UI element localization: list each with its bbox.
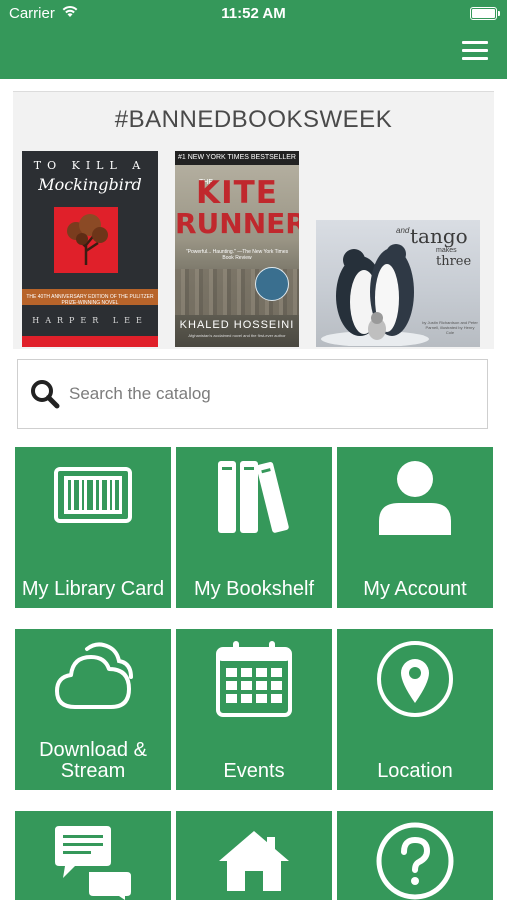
book-title-line2: RUNNER <box>175 207 299 240</box>
chat-icon <box>55 826 131 900</box>
tile-chat[interactable] <box>15 811 171 900</box>
tile-download-stream[interactable]: Download & Stream <box>15 629 171 790</box>
book-cover-and-tango-makes-three[interactable]: and tango makes three by Justin Richards… <box>316 220 480 347</box>
book-title-line1: TO KILL A <box>33 159 147 172</box>
book-quote: "Powerful... Haunting." —The New York Ti… <box>185 249 289 261</box>
search-icon[interactable] <box>29 378 61 410</box>
book-author: HARPER LEE <box>32 316 148 325</box>
book-cover-the-kite-runner[interactable]: #1 NEW YORK TIMES BESTSELLER THE KITE RU… <box>175 151 299 347</box>
tile-location[interactable]: Location <box>337 629 493 790</box>
tile-label: Location <box>377 760 453 782</box>
location-pin-icon <box>377 641 453 717</box>
tile-help[interactable] <box>337 811 493 900</box>
book-title-line1: KITE <box>196 175 278 211</box>
search-input[interactable] <box>69 384 469 404</box>
tile-label: My Library Card <box>21 578 165 600</box>
tile-label: Events <box>223 760 285 782</box>
book-subtext: Afghanistan's acclaimed novel and the fi… <box>188 333 286 338</box>
tile-label: Download & Stream <box>15 740 171 782</box>
app-header: Carrier 11:52 AM <box>0 0 507 79</box>
account-icon <box>379 461 451 535</box>
bookshelf-icon <box>218 461 289 533</box>
status-time: 11:52 AM <box>221 5 286 22</box>
book-title-line2: Mockingbird <box>38 175 142 194</box>
home-icon <box>219 831 289 891</box>
status-bar: Carrier 11:52 AM <box>0 0 507 28</box>
book-title-line3: three <box>436 254 472 269</box>
penguins-illustration-icon <box>321 244 429 346</box>
tile-label: My Account <box>363 578 467 600</box>
battery-icon <box>470 7 500 20</box>
help-icon <box>376 822 454 900</box>
book-credit: by Justin Richardson and Peter Parnell, … <box>422 320 478 335</box>
book-tagline: THE 40TH ANNIVERSARY EDITION OF THE PULI… <box>26 294 154 306</box>
book-cover-to-kill-a-mockingbird[interactable]: TO KILL A Mockingbird THE 40TH ANNIVERSA… <box>22 151 158 347</box>
tree-illustration-icon <box>67 214 108 265</box>
book-title-line1: tango <box>410 224 468 248</box>
award-seal-icon <box>255 267 289 301</box>
tile-my-account[interactable]: My Account <box>337 447 493 608</box>
tile-events[interactable]: Events <box>176 629 332 790</box>
book-title-line2: makes <box>436 247 457 254</box>
catalog-search-box[interactable] <box>17 359 488 429</box>
tile-home[interactable] <box>176 811 332 900</box>
library-card-icon <box>54 467 132 523</box>
book-bestseller-tag: #1 NEW YORK TIMES BESTSELLER <box>175 151 299 165</box>
tile-label-line2: Stream <box>60 760 126 782</box>
cloud-icon <box>55 642 133 709</box>
calendar-icon <box>216 641 292 717</box>
tile-my-library-card[interactable]: My Library Card <box>15 447 171 608</box>
hamburger-menu-icon[interactable] <box>462 41 488 61</box>
tile-my-bookshelf[interactable]: My Bookshelf <box>176 447 332 608</box>
book-title-and: and <box>396 226 410 235</box>
tile-label-line1: Download & <box>39 739 147 761</box>
tile-label: My Bookshelf <box>193 578 315 600</box>
banned-books-banner[interactable]: #BANNEDBOOKSWEEK TO KILL A Mockingbird T… <box>13 91 494 349</box>
book-author: KHALED HOSSEINI <box>179 319 295 331</box>
banner-title: #BANNEDBOOKSWEEK <box>114 106 393 133</box>
